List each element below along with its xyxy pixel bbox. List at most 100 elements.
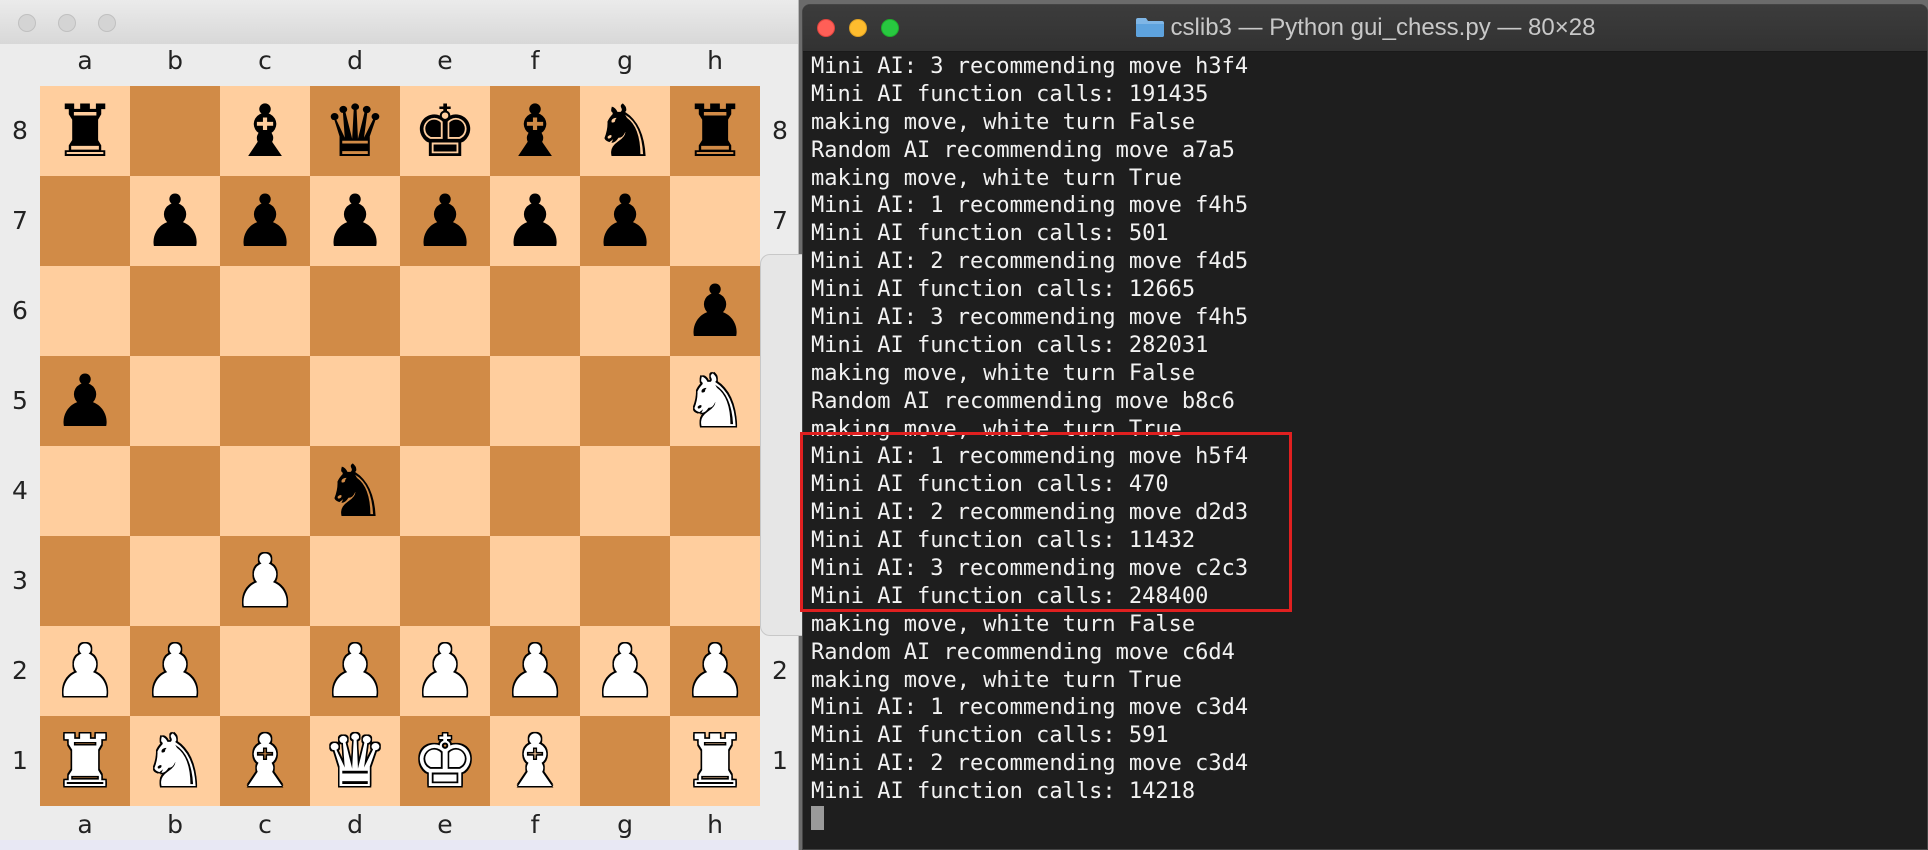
white-pawn-icon[interactable]: ♟ (683, 635, 748, 707)
square-g2[interactable]: ♟ (580, 626, 670, 716)
square-e7[interactable]: ♟ (400, 176, 490, 266)
white-rook-icon[interactable]: ♜ (683, 725, 748, 797)
white-pawn-icon[interactable]: ♟ (323, 635, 388, 707)
square-d1[interactable]: ♛ (310, 716, 400, 806)
square-c6[interactable] (220, 266, 310, 356)
square-g4[interactable] (580, 446, 670, 536)
square-b7[interactable]: ♟ (130, 176, 220, 266)
square-f2[interactable]: ♟ (490, 626, 580, 716)
square-d6[interactable] (310, 266, 400, 356)
square-f1[interactable]: ♝ (490, 716, 580, 806)
square-a4[interactable] (40, 446, 130, 536)
black-pawn-icon[interactable]: ♟ (143, 185, 208, 257)
chess-board[interactable]: ♜ ♝ ♛ ♚ ♝ ♞ ♜ ♟ ♟ ♟ ♟ ♟ ♟ ♟ ♟ ♞ ♞ ♟ ♟ ♟ ♟ ♟ ♟ ♟ ♟ ♜ ♞ ♝ ♛ ♚ ♝ ♜ (40, 86, 760, 806)
square-b2[interactable]: ♟ (130, 626, 220, 716)
square-e4[interactable] (400, 446, 490, 536)
square-g7[interactable]: ♟ (580, 176, 670, 266)
white-pawn-icon[interactable]: ♟ (413, 635, 478, 707)
black-pawn-icon[interactable]: ♟ (323, 185, 388, 257)
square-f6[interactable] (490, 266, 580, 356)
square-h3[interactable] (670, 536, 760, 626)
white-pawn-icon[interactable]: ♟ (53, 635, 118, 707)
white-king-icon[interactable]: ♚ (413, 725, 478, 797)
square-e2[interactable]: ♟ (400, 626, 490, 716)
square-d2[interactable]: ♟ (310, 626, 400, 716)
square-b6[interactable] (130, 266, 220, 356)
square-g3[interactable] (580, 536, 670, 626)
square-h8[interactable]: ♜ (670, 86, 760, 176)
square-f3[interactable] (490, 536, 580, 626)
black-pawn-icon[interactable]: ♟ (413, 185, 478, 257)
square-a8[interactable]: ♜ (40, 86, 130, 176)
square-h5[interactable]: ♞ (670, 356, 760, 446)
black-knight-icon[interactable]: ♞ (593, 95, 658, 167)
square-e5[interactable] (400, 356, 490, 446)
square-c4[interactable] (220, 446, 310, 536)
white-knight-icon[interactable]: ♞ (683, 365, 748, 437)
square-c2[interactable] (220, 626, 310, 716)
square-b1[interactable]: ♞ (130, 716, 220, 806)
square-a3[interactable] (40, 536, 130, 626)
white-pawn-icon[interactable]: ♟ (233, 545, 298, 617)
black-rook-icon[interactable]: ♜ (53, 95, 118, 167)
square-b3[interactable] (130, 536, 220, 626)
square-b5[interactable] (130, 356, 220, 446)
black-pawn-icon[interactable]: ♟ (503, 185, 568, 257)
square-c3[interactable]: ♟ (220, 536, 310, 626)
square-d3[interactable] (310, 536, 400, 626)
square-b8[interactable] (130, 86, 220, 176)
square-e6[interactable] (400, 266, 490, 356)
black-pawn-icon[interactable]: ♟ (233, 185, 298, 257)
black-bishop-icon[interactable]: ♝ (233, 95, 298, 167)
square-c5[interactable] (220, 356, 310, 446)
terminal-window[interactable]: cslib3 — Python gui_chess.py — 80×28 Min… (802, 4, 1928, 850)
minimize-button[interactable] (58, 14, 76, 32)
square-f7[interactable]: ♟ (490, 176, 580, 266)
white-pawn-icon[interactable]: ♟ (143, 635, 208, 707)
square-h6[interactable]: ♟ (670, 266, 760, 356)
square-e1[interactable]: ♚ (400, 716, 490, 806)
terminal-output[interactable]: Mini AI: 3 recommending move h3f4 Mini AI… (811, 53, 1911, 843)
black-knight-icon[interactable]: ♞ (323, 455, 388, 527)
black-king-icon[interactable]: ♚ (413, 95, 478, 167)
square-g6[interactable] (580, 266, 670, 356)
white-queen-icon[interactable]: ♛ (323, 725, 388, 797)
square-a5[interactable]: ♟ (40, 356, 130, 446)
square-f4[interactable] (490, 446, 580, 536)
square-g5[interactable] (580, 356, 670, 446)
black-bishop-icon[interactable]: ♝ (503, 95, 568, 167)
square-d7[interactable]: ♟ (310, 176, 400, 266)
square-h7[interactable] (670, 176, 760, 266)
black-pawn-icon[interactable]: ♟ (593, 185, 658, 257)
white-pawn-icon[interactable]: ♟ (593, 635, 658, 707)
square-d8[interactable]: ♛ (310, 86, 400, 176)
black-queen-icon[interactable]: ♛ (323, 95, 388, 167)
black-pawn-icon[interactable]: ♟ (683, 275, 748, 347)
terminal-prompt-line[interactable] (811, 806, 1911, 834)
white-bishop-icon[interactable]: ♝ (503, 725, 568, 797)
white-pawn-icon[interactable]: ♟ (503, 635, 568, 707)
black-rook-icon[interactable]: ♜ (683, 95, 748, 167)
square-a2[interactable]: ♟ (40, 626, 130, 716)
square-b4[interactable] (130, 446, 220, 536)
square-d4[interactable]: ♞ (310, 446, 400, 536)
white-knight-icon[interactable]: ♞ (143, 725, 208, 797)
square-f5[interactable] (490, 356, 580, 446)
square-a1[interactable]: ♜ (40, 716, 130, 806)
square-a7[interactable] (40, 176, 130, 266)
square-e3[interactable] (400, 536, 490, 626)
square-f8[interactable]: ♝ (490, 86, 580, 176)
white-bishop-icon[interactable]: ♝ (233, 725, 298, 797)
square-c8[interactable]: ♝ (220, 86, 310, 176)
square-g8[interactable]: ♞ (580, 86, 670, 176)
square-d5[interactable] (310, 356, 400, 446)
square-e8[interactable]: ♚ (400, 86, 490, 176)
square-c7[interactable]: ♟ (220, 176, 310, 266)
square-h1[interactable]: ♜ (670, 716, 760, 806)
close-button[interactable] (18, 14, 36, 32)
square-g1[interactable] (580, 716, 670, 806)
square-h4[interactable] (670, 446, 760, 536)
square-c1[interactable]: ♝ (220, 716, 310, 806)
black-pawn-icon[interactable]: ♟ (53, 365, 118, 437)
white-rook-icon[interactable]: ♜ (53, 725, 118, 797)
